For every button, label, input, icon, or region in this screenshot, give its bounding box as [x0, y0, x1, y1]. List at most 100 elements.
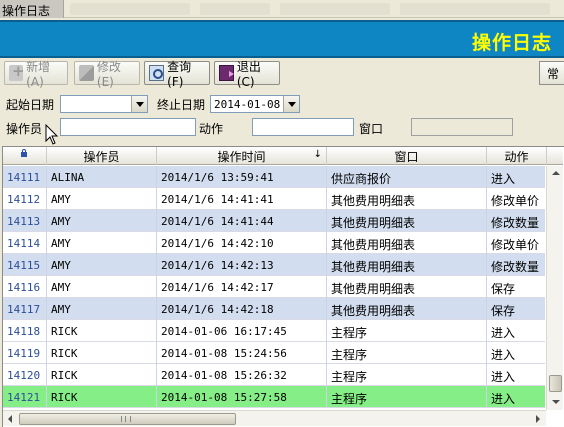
- log-grid[interactable]: 操作员 操作时间 ↓ 窗口 动作 14111 ALINA 2014/1/6 13:5…: [2, 146, 564, 427]
- cell-action: 进入: [487, 364, 547, 386]
- horizontal-scrollbar[interactable]: [3, 410, 546, 426]
- cell-action: 修改单价: [487, 232, 547, 254]
- cell-operator: AMY: [47, 188, 157, 210]
- table-row[interactable]: 14120 RICK 2014-01-08 15:26:32 主程序 进入: [3, 364, 547, 386]
- start-date-label: 起始日期: [6, 98, 55, 112]
- cell-window: 主程序: [327, 342, 487, 364]
- chevron-down-icon[interactable]: [131, 96, 147, 112]
- cell-operator: ALINA: [47, 166, 157, 188]
- scroll-left-icon[interactable]: [3, 411, 19, 427]
- cell-operator: AMY: [47, 210, 157, 232]
- add-button[interactable]: 新增(A): [4, 60, 68, 89]
- cell-time: 2014/1/6 14:41:44: [157, 210, 327, 232]
- header-action[interactable]: 动作: [487, 147, 547, 165]
- cell-operator: RICK: [47, 342, 157, 364]
- cell-action: 修改数量: [487, 254, 547, 276]
- end-date-value: 2014-01-08: [214, 98, 281, 111]
- edit-icon: [79, 65, 94, 81]
- action-label: 动作: [199, 122, 224, 136]
- header-operator[interactable]: 操作员: [47, 147, 157, 165]
- header-window[interactable]: 窗口: [327, 147, 487, 165]
- table-row[interactable]: 14116 AMY 2014/1/6 14:42:17 其他费用明细表 保存: [3, 276, 547, 298]
- cell-window: 主程序: [327, 364, 487, 386]
- action-input[interactable]: [252, 118, 354, 136]
- table-row[interactable]: 14111 ALINA 2014/1/6 13:59:41 供应商报价 进入: [3, 166, 547, 188]
- window-tabstrip: 操作日志: [0, 0, 564, 18]
- cell-id: 14112: [3, 188, 47, 210]
- mouse-cursor-icon: [45, 124, 59, 145]
- window-label: 窗口: [359, 122, 384, 136]
- tab-operation-log[interactable]: 操作日志: [0, 0, 64, 18]
- right-toolbar-button[interactable]: 常: [539, 61, 564, 85]
- search-icon: [149, 65, 165, 81]
- vertical-scrollbar[interactable]: [546, 166, 563, 410]
- cell-operator: RICK: [47, 320, 157, 342]
- tab-placeholder: [400, 3, 550, 15]
- operator-label: 操作员: [6, 122, 43, 136]
- cell-window: 供应商报价: [327, 166, 487, 188]
- edit-button-label: 修改(E): [96, 59, 121, 89]
- cell-action: 进入: [487, 342, 547, 364]
- cell-operator: AMY: [47, 298, 157, 320]
- cell-time: 2014-01-08 15:26:32: [157, 364, 327, 386]
- operator-input[interactable]: [60, 118, 196, 136]
- chevron-down-icon[interactable]: [283, 96, 299, 112]
- table-row[interactable]: 14121 RICK 2014-01-08 15:27:58 主程序 进入: [3, 386, 547, 408]
- cell-operator: AMY: [47, 254, 157, 276]
- cell-time: 2014/1/6 14:42:10: [157, 232, 327, 254]
- cell-time: 2014/1/6 14:42:17: [157, 276, 327, 298]
- cell-id: 14117: [3, 298, 47, 320]
- toolbar: 新增(A) 修改(E) 查询(F) 退出(C) 常: [0, 59, 564, 89]
- end-date-label: 终止日期: [157, 98, 206, 112]
- table-row[interactable]: 14114 AMY 2014/1/6 14:42:10 其他费用明细表 修改单价: [3, 232, 547, 254]
- table-row[interactable]: 14115 AMY 2014/1/6 14:42:13 其他费用明细表 修改数量: [3, 254, 547, 276]
- table-row[interactable]: 14119 RICK 2014-01-08 15:24:56 主程序 进入: [3, 342, 547, 364]
- cell-action: 进入: [487, 320, 547, 342]
- cell-id: 14116: [3, 276, 47, 298]
- cell-window: 主程序: [327, 320, 487, 342]
- cell-time: 2014-01-08 15:24:56: [157, 342, 327, 364]
- cell-time: 2014/1/6 14:42:18: [157, 298, 327, 320]
- cell-action: 修改单价: [487, 188, 547, 210]
- exit-door-icon: [219, 65, 234, 81]
- header-time[interactable]: 操作时间 ↓: [157, 147, 327, 165]
- query-button[interactable]: 查询(F): [144, 60, 210, 89]
- cell-action: 修改数量: [487, 210, 547, 232]
- lock-icon: [21, 149, 27, 157]
- table-row[interactable]: 14117 AMY 2014/1/6 14:42:18 其他费用明细表 保存: [3, 298, 547, 320]
- window-input[interactable]: [411, 118, 513, 136]
- end-date-dropdown[interactable]: 2014-01-08: [210, 95, 300, 113]
- scroll-right-icon[interactable]: [530, 411, 546, 427]
- cell-time: 2014/1/6 14:42:13: [157, 254, 327, 276]
- exit-button[interactable]: 退出(C): [214, 60, 280, 89]
- tab-placeholder: [70, 3, 190, 15]
- lock-column-header[interactable]: [3, 147, 47, 165]
- cell-window: 其他费用明细表: [327, 232, 487, 254]
- cell-id: 14115: [3, 254, 47, 276]
- cell-id: 14113: [3, 210, 47, 232]
- cell-time: 2014-01-06 16:17:45: [157, 320, 327, 342]
- cell-action: 进入: [487, 166, 547, 188]
- scroll-up-icon[interactable]: [547, 166, 564, 181]
- cell-window: 其他费用明细表: [327, 298, 487, 320]
- cell-window: 其他费用明细表: [327, 276, 487, 298]
- cell-window: 其他费用明细表: [327, 210, 487, 232]
- scroll-down-icon[interactable]: [547, 395, 564, 410]
- grid-header: 操作员 操作时间 ↓ 窗口 动作: [3, 147, 563, 165]
- exit-button-label: 退出(C): [236, 59, 261, 89]
- edit-button[interactable]: 修改(E): [74, 60, 140, 89]
- table-row[interactable]: 14113 AMY 2014/1/6 14:41:44 其他费用明细表 修改数量: [3, 210, 547, 232]
- table-row[interactable]: 14112 AMY 2014/1/6 14:41:41 其他费用明细表 修改单价: [3, 188, 547, 210]
- cell-time: 2014/1/6 14:41:41: [157, 188, 327, 210]
- table-row[interactable]: 14118 RICK 2014-01-06 16:17:45 主程序 进入: [3, 320, 547, 342]
- cell-operator: RICK: [47, 364, 157, 386]
- cell-action: 保存: [487, 276, 547, 298]
- tab-placeholder: [280, 3, 390, 15]
- cell-action: 保存: [487, 298, 547, 320]
- grip-icon: [121, 416, 131, 422]
- add-button-label: 新增(A): [26, 59, 51, 89]
- horizontal-scroll-thumb[interactable]: [19, 413, 236, 425]
- vertical-scroll-thumb[interactable]: [549, 375, 562, 392]
- start-date-dropdown[interactable]: [60, 95, 148, 113]
- sort-desc-icon: ↓: [313, 149, 322, 160]
